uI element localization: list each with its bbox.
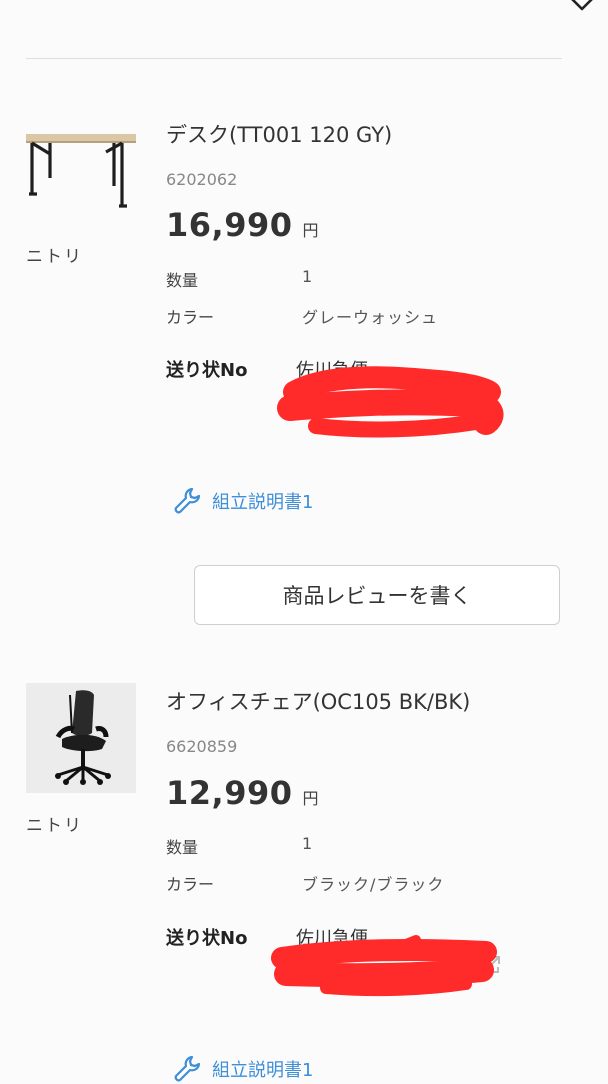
color-value: グレーウォッシュ: [302, 308, 439, 327]
color-label: カラー: [166, 875, 215, 894]
external-link-icon[interactable]: [480, 954, 502, 976]
quantity-label: 数量: [166, 271, 199, 290]
color-label: カラー: [166, 308, 215, 327]
shipping-carrier: 佐川急便: [296, 928, 368, 949]
color-value: ブラック/ブラック: [302, 875, 445, 894]
brand-label: ニトリ: [26, 816, 83, 836]
external-link-icon[interactable]: [478, 386, 500, 408]
currency-label: 円: [302, 221, 319, 240]
product-name[interactable]: デスク(TT001 120 GY): [166, 119, 392, 149]
top-divider: [26, 58, 562, 59]
shipping-label: 送り状No: [166, 928, 248, 949]
shipping-carrier: 佐川急便: [296, 360, 368, 381]
price-value: 16,990: [166, 206, 293, 244]
close-icon: [571, 0, 593, 11]
brand-label: ニトリ: [26, 247, 83, 267]
price: 16,990 円: [166, 206, 319, 244]
write-review-button[interactable]: 商品レビューを書く: [194, 565, 560, 625]
price: 12,990 円: [166, 774, 319, 812]
assembly-manual-link[interactable]: 組立説明書1: [172, 486, 313, 516]
currency-label: 円: [302, 789, 319, 808]
assembly-manual-label: 組立説明書1: [212, 1060, 314, 1081]
quantity-label: 数量: [166, 838, 199, 857]
product-name[interactable]: オフィスチェア(OC105 BK/BK): [166, 686, 470, 716]
assembly-manual-label: 組立説明書1: [212, 492, 314, 513]
quantity-value: 1: [302, 267, 314, 286]
shipping-label: 送り状No: [166, 360, 248, 381]
price-value: 12,990: [166, 774, 293, 812]
close-button[interactable]: [560, 0, 600, 22]
product-code: 6202062: [166, 170, 238, 189]
product-image-chair[interactable]: [26, 683, 136, 793]
product-code: 6620859: [166, 737, 238, 756]
quantity-value: 1: [302, 834, 314, 853]
wrench-icon: [174, 487, 201, 514]
product-image-desk[interactable]: [26, 126, 136, 236]
